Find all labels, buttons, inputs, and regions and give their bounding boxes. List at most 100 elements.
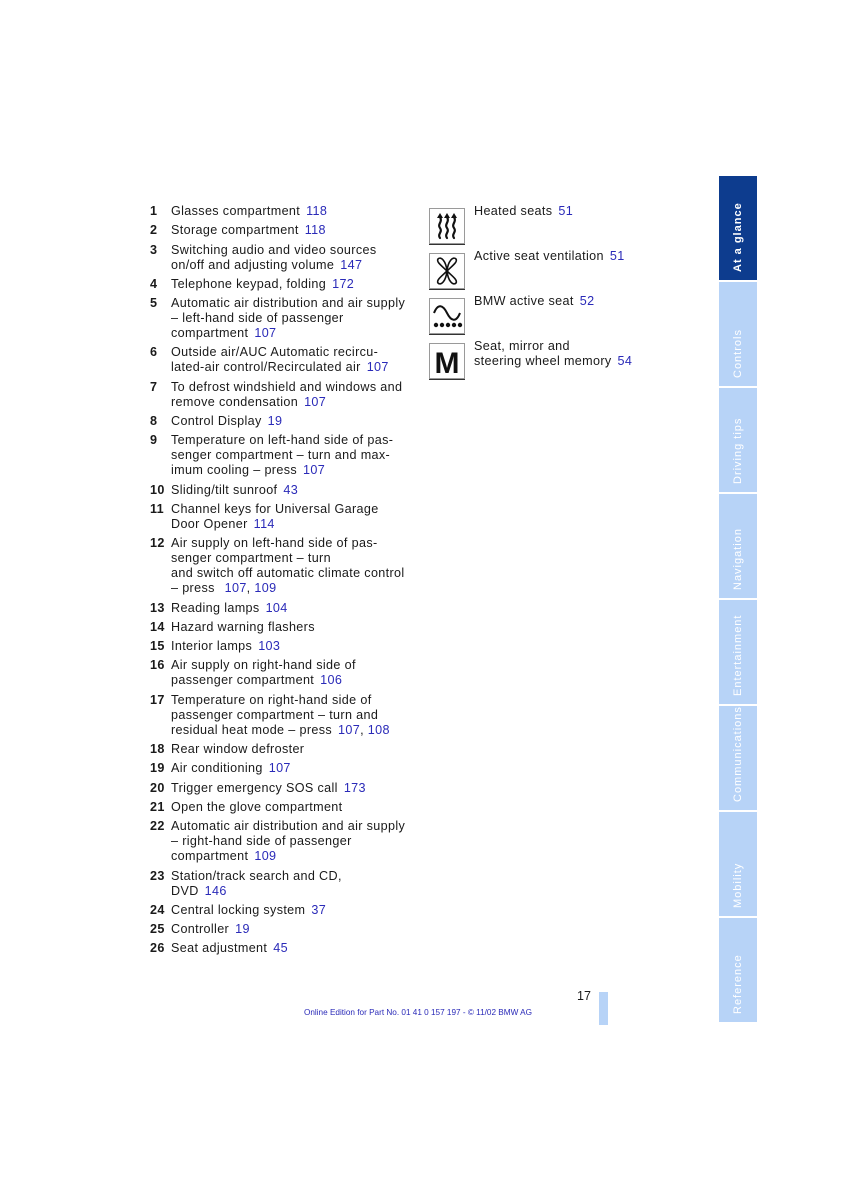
tab-reference[interactable]: Reference bbox=[719, 918, 757, 1022]
item-text-segment: Glasses compartment bbox=[171, 204, 301, 218]
item-text-segment: and switch off automatic climate control bbox=[171, 566, 405, 581]
list-item: 5 Automatic air distribution and air supp… bbox=[150, 296, 420, 341]
page-ref-link[interactable]: 19 bbox=[235, 922, 250, 936]
item-text-segment: Hazard warning flashers bbox=[171, 619, 315, 634]
item-number: 12 bbox=[150, 536, 165, 551]
page-ref-link[interactable]: 51 bbox=[558, 204, 573, 218]
page-ref-link[interactable]: 107 bbox=[338, 723, 360, 737]
item-text-segment: Outside air/AUC Automatic recircu- bbox=[171, 345, 379, 360]
page-ref-link[interactable]: 52 bbox=[580, 294, 595, 308]
page-ref-link[interactable]: 173 bbox=[344, 781, 366, 795]
item-text-line: Automatic air distribution and air suppl… bbox=[171, 819, 420, 834]
tab-label: At a glance bbox=[732, 202, 744, 272]
item-text-segment: Temperature on left-hand side of pas- bbox=[171, 433, 394, 448]
item-text-segment: Storage compartment bbox=[171, 223, 299, 238]
page-ref-link[interactable]: 114 bbox=[254, 517, 275, 531]
page-ref-link[interactable]: 146 bbox=[205, 884, 227, 898]
list-item: 14 Hazard warning flashers bbox=[150, 620, 420, 635]
list-item: 12 Air supply on left-hand side of pas-se… bbox=[150, 536, 420, 596]
tab-navigation[interactable]: Navigation bbox=[719, 494, 757, 598]
item-text: Rear window defroster bbox=[171, 742, 420, 757]
list-item: 20 Trigger emergency SOS call 173 bbox=[150, 781, 420, 796]
page-ref-link[interactable]: 118 bbox=[306, 204, 327, 218]
item-text: Seat adjustment 45 bbox=[171, 941, 420, 956]
page-ref-link[interactable]: 103 bbox=[258, 639, 280, 653]
item-text-segment: lated-air control/Recirculated air bbox=[171, 360, 361, 375]
list-item: 7 To defrost windshield and windows and re… bbox=[150, 380, 420, 410]
page-ref-link[interactable]: 107 bbox=[269, 761, 291, 775]
item-text: Reading lamps 104 bbox=[171, 601, 420, 616]
item-number: 8 bbox=[150, 414, 158, 429]
list-item: 3 Switching audio and video sources on/off… bbox=[150, 243, 420, 273]
item-text-line: residual heat mode – press 107, 108 bbox=[171, 723, 420, 738]
page-ref-link[interactable]: 109 bbox=[254, 581, 276, 595]
list-item: 16 Air supply on right-hand side of passen… bbox=[150, 658, 420, 688]
page-ref-link[interactable]: 43 bbox=[283, 483, 298, 497]
page-ref-link[interactable]: 108 bbox=[368, 723, 390, 737]
item-number: 13 bbox=[150, 600, 165, 615]
list-item: 24 Central locking system 37 bbox=[150, 903, 420, 918]
item-number: 4 bbox=[150, 276, 158, 291]
item-text-line: Control Display 19 bbox=[171, 414, 420, 429]
item-text-segment: Temperature on right-hand side of bbox=[171, 692, 372, 707]
page-ref-link[interactable]: 107 bbox=[303, 463, 325, 477]
page-ref-link[interactable]: 107 bbox=[304, 395, 326, 409]
footer-edition-note: Online Edition for Part No. 01 41 0 157 … bbox=[304, 1008, 532, 1017]
item-text: Outside air/AUC Automatic recircu-lated-… bbox=[171, 345, 420, 375]
page-ref-link[interactable]: 147 bbox=[340, 258, 362, 272]
item-text-segment: Switching audio and video sources bbox=[171, 242, 377, 257]
tab-communications[interactable]: Communications bbox=[719, 706, 757, 810]
page-ref-link[interactable]: 104 bbox=[266, 601, 288, 615]
item-text: Air conditioning 107 bbox=[171, 761, 420, 776]
item-text-segment: Central locking system bbox=[171, 902, 306, 917]
page-ref-link[interactable]: 45 bbox=[273, 941, 288, 955]
page-ref-link[interactable]: 107 bbox=[367, 360, 389, 374]
item-text-segment: residual heat mode – press bbox=[171, 722, 333, 737]
item-text-segment: Telephone keypad, folding bbox=[171, 276, 327, 291]
item-text-segment: Reading lamps bbox=[171, 600, 260, 615]
item-text-segment: Station/track search and CD, bbox=[171, 868, 342, 883]
item-text-line: imum cooling – press 107 bbox=[171, 463, 420, 478]
tab-entertainment[interactable]: Entertainment bbox=[719, 600, 757, 704]
symbol-label: Active seat ventilation 51 bbox=[474, 249, 625, 263]
item-number: 18 bbox=[150, 742, 165, 757]
tab-at-a-glance[interactable]: At a glance bbox=[719, 176, 757, 280]
page-ref-link[interactable]: 118 bbox=[305, 223, 326, 237]
item-text-line: Glasses compartment 118 bbox=[171, 204, 420, 219]
tab-controls[interactable]: Controls bbox=[719, 282, 757, 386]
page-ref-link[interactable]: 51 bbox=[610, 249, 625, 263]
page-ref-link[interactable]: 19 bbox=[268, 414, 283, 428]
tab-label: Navigation bbox=[732, 528, 744, 590]
page-ref-link[interactable]: 106 bbox=[320, 673, 342, 687]
page-ref-link[interactable]: 37 bbox=[311, 903, 326, 917]
page-ref-link[interactable]: 109 bbox=[254, 849, 276, 863]
item-number: 24 bbox=[150, 902, 165, 917]
tab-driving-tips[interactable]: Driving tips bbox=[719, 388, 757, 492]
item-text-line: Automatic air distribution and air suppl… bbox=[171, 296, 420, 311]
item-text-segment: Door Opener bbox=[171, 516, 248, 531]
list-item: 25 Controller 19 bbox=[150, 922, 420, 937]
tab-label: Controls bbox=[732, 329, 744, 378]
item-number: 26 bbox=[150, 941, 165, 956]
item-text-segment: – press bbox=[171, 581, 219, 596]
item-text: Hazard warning flashers bbox=[171, 620, 420, 635]
item-text: Switching audio and video sources on/off … bbox=[171, 243, 420, 273]
page-ref-link[interactable]: 107 bbox=[225, 581, 247, 595]
item-text-segment: – left-hand side of passenger bbox=[171, 311, 344, 326]
page-ref-link[interactable]: 54 bbox=[618, 354, 633, 368]
item-text-segment: Channel keys for Universal Garage bbox=[171, 501, 379, 516]
item-text: Open the glove compartment bbox=[171, 800, 420, 815]
item-text-line: Central locking system 37 bbox=[171, 903, 420, 918]
item-text-segment: imum cooling – press bbox=[171, 463, 297, 478]
item-text-line: remove condensation 107 bbox=[171, 395, 420, 410]
item-text: Storage compartment 118 bbox=[171, 223, 420, 238]
page-ref-link[interactable]: 172 bbox=[332, 277, 354, 291]
list-item: 15 Interior lamps 103 bbox=[150, 639, 420, 654]
list-item: 9 Temperature on left-hand side of pas-se… bbox=[150, 433, 420, 478]
page-ref-link[interactable]: 107 bbox=[254, 326, 276, 340]
item-number: 6 bbox=[150, 345, 158, 360]
item-text-line: passenger compartment – turn and bbox=[171, 708, 420, 723]
item-text: To defrost windshield and windows and rem… bbox=[171, 380, 420, 410]
item-text: Air supply on left-hand side of pas-seng… bbox=[171, 536, 420, 596]
tab-mobility[interactable]: Mobility bbox=[719, 812, 757, 916]
